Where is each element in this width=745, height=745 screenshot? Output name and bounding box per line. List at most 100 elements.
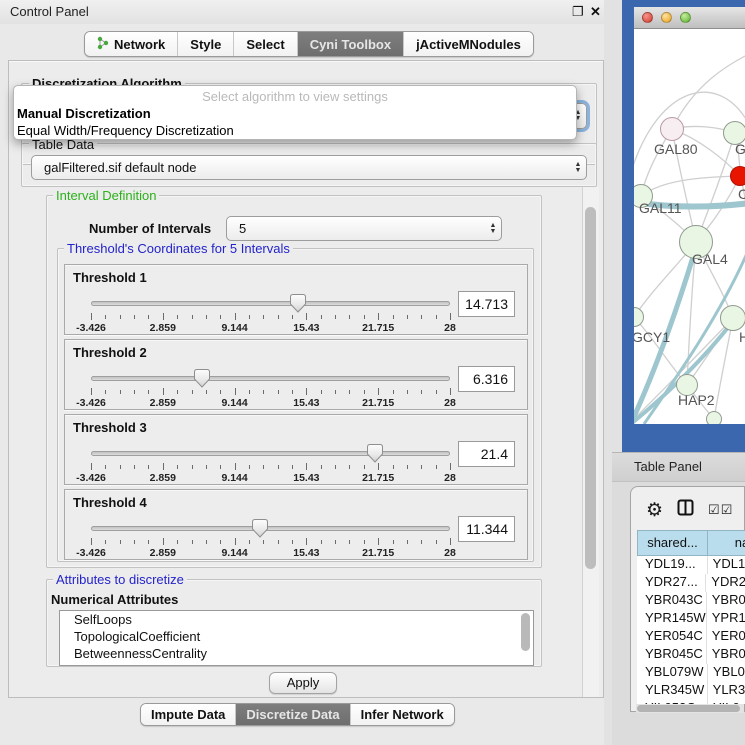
cell-shared-name[interactable]: YDL19... bbox=[637, 556, 708, 574]
tab-label: Impute Data bbox=[151, 707, 225, 722]
column-header-name[interactable]: na bbox=[707, 530, 745, 556]
tick bbox=[278, 390, 279, 394]
minimize-traffic-light-icon[interactable] bbox=[661, 12, 672, 23]
cell-shared-name[interactable]: YBL079W bbox=[637, 664, 708, 682]
tick bbox=[349, 315, 350, 319]
tab-network[interactable]: Network bbox=[85, 32, 177, 56]
threshold-value-field[interactable]: 6.316 bbox=[458, 366, 515, 392]
threshold-value-field[interactable]: 14.713 bbox=[458, 291, 515, 317]
slider-thumb[interactable] bbox=[194, 369, 210, 388]
table-row[interactable]: YDR27...YDR2 bbox=[637, 574, 745, 592]
cell-shared-name[interactable]: YER054C bbox=[637, 628, 707, 646]
tick bbox=[292, 390, 293, 394]
slider-thumb[interactable] bbox=[252, 519, 268, 538]
cell-name[interactable]: YDL1 bbox=[708, 556, 745, 574]
tick-label: 21.715 bbox=[362, 322, 394, 334]
list-scrollbar[interactable] bbox=[521, 613, 530, 651]
cell-name[interactable]: YPR1 bbox=[707, 610, 745, 628]
main-scrollbar-thumb[interactable] bbox=[585, 207, 596, 569]
attribute-list-item[interactable]: SelfLoops bbox=[60, 611, 533, 628]
network-node-right-mid[interactable] bbox=[720, 305, 745, 331]
table-row[interactable]: YPR145WYPR1 bbox=[637, 610, 745, 628]
stepper-icon[interactable]: ▲▼ bbox=[570, 162, 586, 174]
table-row[interactable]: YBR045CYBR0 bbox=[637, 646, 745, 664]
cell-shared-name[interactable]: YLR345W bbox=[637, 682, 708, 700]
cell-shared-name[interactable]: YDR27... bbox=[637, 574, 706, 592]
tick bbox=[235, 313, 236, 320]
float-window-icon[interactable]: ❐ bbox=[572, 4, 584, 20]
tab-jactivemnodules[interactable]: jActiveMNodules bbox=[403, 32, 533, 56]
network-window-titlebar[interactable] bbox=[634, 7, 745, 29]
table-row[interactable]: YBR043CYBR0 bbox=[637, 592, 745, 610]
network-node-red-selected[interactable] bbox=[730, 166, 745, 186]
tab-label: jActiveMNodules bbox=[416, 37, 521, 52]
tick bbox=[378, 538, 379, 545]
cell-shared-name[interactable]: YBR043C bbox=[637, 592, 707, 610]
apply-button[interactable]: Apply bbox=[269, 672, 337, 694]
network-canvas[interactable]: GAL80 GA C GAL11 GAL4 GCY1 H HAP2 bbox=[634, 29, 745, 424]
network-node-gal80[interactable] bbox=[660, 117, 684, 141]
slider-track[interactable] bbox=[91, 451, 450, 456]
gear-icon[interactable]: ⚙ bbox=[646, 501, 663, 520]
tab-style[interactable]: Style bbox=[177, 32, 233, 56]
table-row[interactable]: YDL19...YDL1 bbox=[637, 556, 745, 574]
slider-thumb[interactable] bbox=[367, 444, 383, 463]
threshold-value-field[interactable]: 11.344 bbox=[458, 516, 515, 542]
tick bbox=[192, 540, 193, 544]
tab-cyni-toolbox[interactable]: Cyni Toolbox bbox=[297, 32, 403, 56]
tick bbox=[321, 390, 322, 394]
column-layout-icon[interactable] bbox=[677, 499, 694, 521]
tab-impute-data[interactable]: Impute Data bbox=[141, 704, 235, 725]
stepper-icon[interactable]: ▲▼ bbox=[485, 223, 501, 235]
attribute-list-item[interactable]: TopologicalCoefficient bbox=[60, 628, 533, 645]
zoom-traffic-light-icon[interactable] bbox=[680, 12, 691, 23]
threshold-slider-3[interactable]: -3.4262.8599.14415.4321.71528 bbox=[91, 445, 450, 483]
threshold-slider-4[interactable]: -3.4262.8599.14415.4321.71528 bbox=[91, 520, 450, 558]
close-icon[interactable]: ✕ bbox=[590, 4, 601, 20]
table-row[interactable]: YER054CYER0 bbox=[637, 628, 745, 646]
dropdown-item-equal-width[interactable]: Equal Width/Frequency Discretization bbox=[17, 123, 234, 138]
table-data-combo[interactable]: galFiltered.sif default node ▲▼ bbox=[31, 155, 587, 180]
table-row[interactable]: YLR345WYLR3 bbox=[637, 682, 745, 700]
threshold-value-field[interactable]: 21.4 bbox=[458, 441, 515, 467]
table-row[interactable]: YBL079WYBL0 bbox=[637, 664, 745, 682]
cell-name[interactable]: YLR3 bbox=[708, 682, 745, 700]
dropdown-prompt-item[interactable]: Select algorithm to view settings bbox=[14, 89, 576, 104]
edge bbox=[641, 176, 740, 196]
cell-name[interactable]: YBL0 bbox=[708, 664, 745, 682]
slider-track[interactable] bbox=[91, 301, 450, 306]
tick bbox=[349, 540, 350, 544]
network-view-window: GAL80 GA C GAL11 GAL4 GCY1 H HAP2 bbox=[622, 0, 745, 452]
dropdown-item-manual-discretization[interactable]: Manual Discretization bbox=[17, 106, 151, 121]
node-label-clipped-c: C bbox=[738, 186, 745, 202]
cell-name[interactable]: YBR0 bbox=[707, 646, 745, 664]
attribute-list-item[interactable]: BetweennessCentrality bbox=[60, 645, 533, 662]
threshold-slider-1[interactable]: -3.4262.8599.14415.4321.71528 bbox=[91, 295, 450, 333]
tab-infer-network[interactable]: Infer Network bbox=[350, 704, 454, 725]
tick-label: 2.859 bbox=[150, 472, 176, 484]
table-horizontal-scrollbar[interactable] bbox=[636, 704, 744, 713]
cell-name[interactable]: YER0 bbox=[707, 628, 745, 646]
network-node-bottom[interactable] bbox=[706, 411, 722, 424]
tab-discretize-data[interactable]: Discretize Data bbox=[235, 704, 349, 725]
checkbox-icons[interactable]: ☑☑ bbox=[708, 502, 733, 518]
tick-label: -3.426 bbox=[76, 472, 106, 484]
tab-select[interactable]: Select bbox=[233, 32, 296, 56]
slider-track[interactable] bbox=[91, 526, 450, 531]
tick bbox=[220, 540, 221, 544]
close-traffic-light-icon[interactable] bbox=[642, 12, 653, 23]
cell-name[interactable]: YDR2 bbox=[706, 574, 745, 592]
cell-shared-name[interactable]: YBR045C bbox=[637, 646, 707, 664]
column-header-shared-name[interactable]: shared... bbox=[637, 530, 708, 556]
cell-name[interactable]: YBR0 bbox=[707, 592, 745, 610]
tick bbox=[263, 465, 264, 469]
scrollbar-thumb[interactable] bbox=[637, 705, 740, 712]
number-of-intervals-combo[interactable]: 5 ▲▼ bbox=[226, 216, 502, 241]
slider-track[interactable] bbox=[91, 376, 450, 381]
slider-thumb[interactable] bbox=[290, 294, 306, 313]
threshold-panel-4: Threshold 4 -3.4262.8599.14415.4321.7152… bbox=[64, 489, 528, 560]
cell-shared-name[interactable]: YPR145W bbox=[637, 610, 707, 628]
tick bbox=[91, 388, 92, 395]
numerical-attributes-list[interactable]: SelfLoopsTopologicalCoefficientBetweenne… bbox=[59, 610, 534, 666]
threshold-slider-2[interactable]: -3.4262.8599.14415.4321.71528 bbox=[91, 370, 450, 408]
